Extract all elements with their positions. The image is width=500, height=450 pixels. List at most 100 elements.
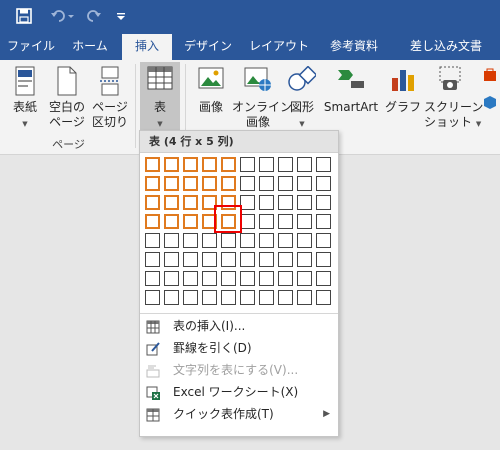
table-grid-cell[interactable] [259,233,274,248]
table-grid-cell[interactable] [164,214,179,229]
table-grid-cell[interactable] [240,214,255,229]
table-grid-cell[interactable] [221,233,236,248]
undo-icon[interactable] [48,4,78,28]
tab-references[interactable]: 参考資料 [318,34,390,60]
table-grid-cell[interactable] [278,233,293,248]
table-grid-cell[interactable] [297,176,312,191]
table-grid-cell[interactable] [259,271,274,286]
table-grid-cell[interactable] [202,233,217,248]
table-grid-cell[interactable] [316,233,331,248]
cover-page-button[interactable]: 表紙 ▼ [6,62,44,132]
my-addins-icon[interactable] [483,96,497,113]
table-grid-cell[interactable] [316,195,331,210]
quick-tables-menu-item[interactable]: クイック表作成(T) ▶ [140,403,338,425]
table-grid-cell[interactable] [316,176,331,191]
insert-table-menu-item[interactable]: 表の挿入(I)... [140,315,338,337]
smartart-button[interactable]: SmartArt [322,62,380,132]
table-grid-cell[interactable] [202,271,217,286]
table-grid-cell[interactable] [240,233,255,248]
tab-design[interactable]: デザイン [178,34,238,60]
table-grid-cell[interactable] [221,252,236,267]
table-grid-cell[interactable] [221,157,236,172]
table-grid-cell[interactable] [164,157,179,172]
table-grid-cell[interactable] [183,176,198,191]
draw-table-menu-item[interactable]: 罫線を引く(D) [140,337,338,359]
tab-home[interactable]: ホーム [62,34,118,60]
table-grid-cell[interactable] [278,252,293,267]
table-grid-cell[interactable] [259,290,274,305]
table-grid-cell[interactable] [297,271,312,286]
table-grid-cell[interactable] [164,195,179,210]
table-grid-cell[interactable] [164,252,179,267]
table-grid-cell[interactable] [297,290,312,305]
tab-layout[interactable]: レイアウト [244,34,314,60]
tab-insert[interactable]: 挿入 [122,34,172,60]
table-grid-cell[interactable] [145,290,160,305]
table-grid-cell[interactable] [202,290,217,305]
table-grid-cell[interactable] [316,252,331,267]
table-grid-cell[interactable] [183,252,198,267]
table-grid-cell[interactable] [221,290,236,305]
table-grid-cell[interactable] [259,195,274,210]
table-grid-cell[interactable] [259,176,274,191]
table-grid-cell[interactable] [297,195,312,210]
table-grid-cell[interactable] [183,157,198,172]
table-grid-cell[interactable] [259,252,274,267]
chart-button[interactable]: グラフ [383,62,423,132]
table-grid-cell[interactable] [259,214,274,229]
table-grid-cell[interactable] [145,271,160,286]
table-grid-cell[interactable] [240,157,255,172]
redo-icon[interactable] [84,4,104,28]
table-grid-cell[interactable] [183,290,198,305]
table-grid-cell[interactable] [278,195,293,210]
tab-file[interactable]: ファイル [4,34,58,60]
table-grid-cell[interactable] [145,195,160,210]
table-grid-cell[interactable] [145,214,160,229]
table-grid-cell[interactable] [145,252,160,267]
table-grid-cell[interactable] [183,214,198,229]
table-grid-cell[interactable] [164,271,179,286]
table-grid-cell[interactable] [259,157,274,172]
shapes-button[interactable]: 図形 ▼ [284,62,320,132]
store-icon[interactable] [483,68,497,85]
table-grid-cell[interactable] [278,176,293,191]
table-grid-cell[interactable] [183,195,198,210]
table-grid-cell[interactable] [316,214,331,229]
table-grid-cell[interactable] [297,157,312,172]
table-grid-cell[interactable] [164,290,179,305]
table-grid-cell[interactable] [316,290,331,305]
table-grid-cell[interactable] [278,290,293,305]
table-grid-cell[interactable] [183,271,198,286]
tab-mailings[interactable]: 差し込み文書 [398,34,494,60]
picture-button[interactable]: 画像 [192,62,230,132]
screenshot-button[interactable]: スクリーン ショット ▼ [424,62,483,132]
table-grid-cell[interactable] [240,271,255,286]
table-grid-cell[interactable] [202,252,217,267]
customize-qat-icon[interactable] [114,4,128,28]
table-grid-cell[interactable] [240,176,255,191]
save-icon[interactable] [12,4,36,28]
table-grid-cell[interactable] [278,157,293,172]
table-grid-cell[interactable] [202,176,217,191]
table-grid-cell[interactable] [164,233,179,248]
table-grid-cell[interactable] [183,233,198,248]
excel-worksheet-menu-item[interactable]: Excel ワークシート(X) [140,381,338,403]
table-grid-cell[interactable] [297,233,312,248]
table-grid-cell[interactable] [278,214,293,229]
page-break-button[interactable]: ページ 区切り [89,62,131,132]
table-grid-cell[interactable] [240,290,255,305]
table-grid-cell[interactable] [316,157,331,172]
table-grid-cell[interactable] [297,252,312,267]
table-grid-cell[interactable] [221,271,236,286]
table-grid-cell[interactable] [202,157,217,172]
table-grid-cell[interactable] [240,195,255,210]
table-grid-cell[interactable] [164,176,179,191]
table-grid-cell[interactable] [145,176,160,191]
table-grid-cell[interactable] [297,214,312,229]
table-grid-cell[interactable] [145,233,160,248]
table-button[interactable]: 表 ▼ [140,62,180,132]
table-grid-cell[interactable] [145,157,160,172]
table-grid-cell[interactable] [221,176,236,191]
table-grid-cell[interactable] [278,271,293,286]
table-grid-cell[interactable] [316,271,331,286]
